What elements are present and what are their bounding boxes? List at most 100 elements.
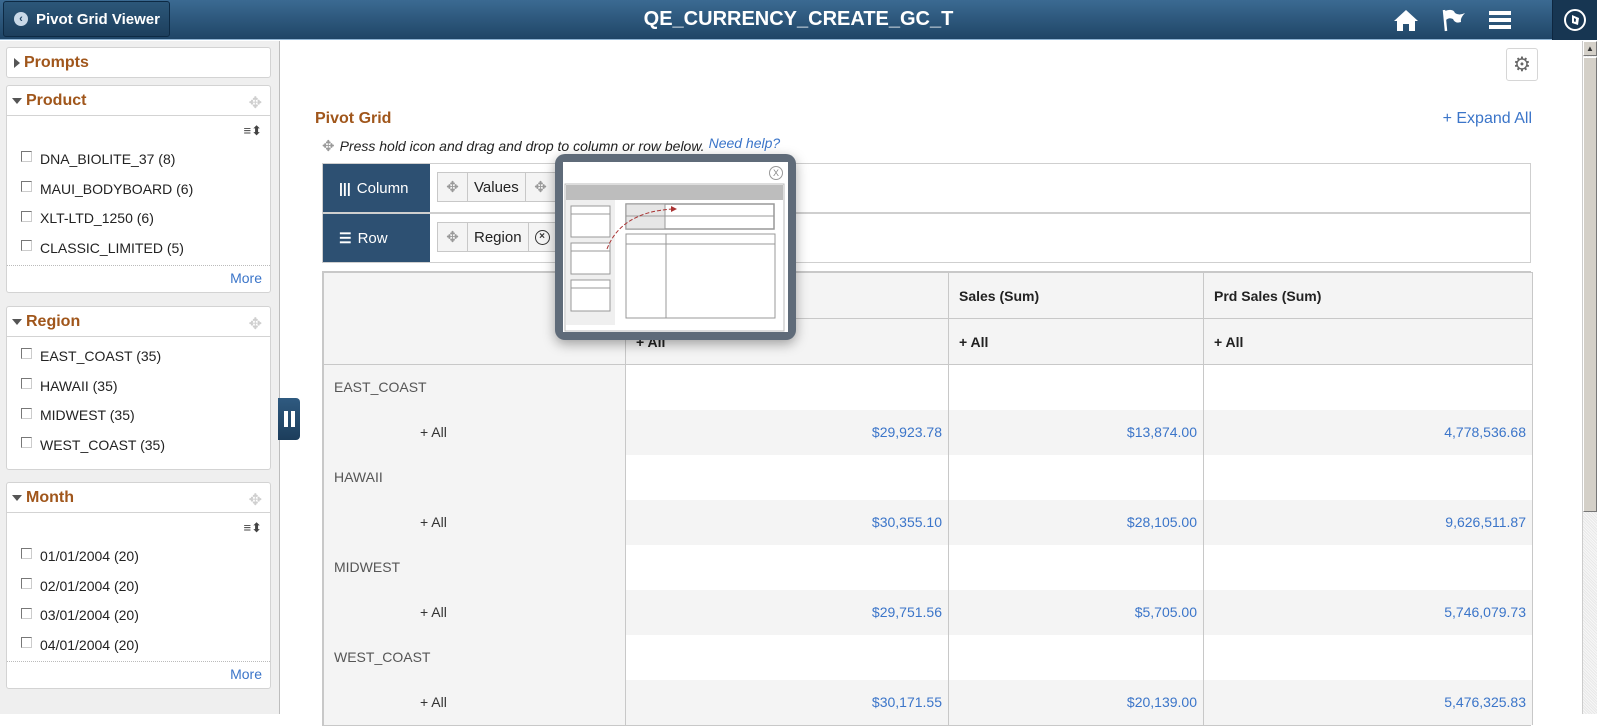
facet-item[interactable]: XLT-LTD_1250 (6) [7, 203, 270, 233]
checkbox[interactable] [21, 378, 32, 390]
scrollbar-thumb[interactable] [1583, 57, 1597, 512]
row-label-text: Row [357, 229, 388, 247]
checkbox[interactable] [21, 607, 32, 619]
column-label-text: Column [356, 179, 409, 197]
blank-cell [625, 454, 949, 500]
collapse-triangle-icon [12, 494, 22, 501]
checkbox[interactable] [21, 407, 32, 419]
blank-cell [625, 634, 949, 680]
expand-all-column[interactable]: + All [948, 318, 1204, 365]
facet-item-label: 01/01/2004 (20) [40, 547, 139, 564]
product-facet-header[interactable]: Product ✥ [7, 86, 270, 116]
remove-chip-button[interactable]: × [527, 223, 556, 251]
region-row-header: EAST_COAST [323, 364, 626, 410]
need-help-link[interactable]: Need help? [709, 135, 781, 151]
left-facet-panel: Prompts Product ✥ ≡⬍ DNA_BIOLITE_37 (8) … [0, 41, 280, 714]
drag-handle-icon[interactable]: ✥ [438, 173, 468, 201]
facet-item[interactable]: CLASSIC_LIMITED (5) [7, 233, 270, 263]
drag-handle-icon[interactable]: ✥ [438, 223, 468, 251]
checkbox[interactable] [21, 548, 32, 560]
table-row: HAWAII [323, 454, 1533, 500]
facet-item-label: WEST_COAST (35) [40, 436, 165, 453]
scroll-up-arrow-icon[interactable]: ▲ [1583, 41, 1597, 56]
value-cell[interactable]: $30,355.10 [625, 499, 949, 545]
more-link[interactable]: More [7, 264, 270, 290]
month-facet: Month ✥ ≡⬍ 01/01/2004 (20) 02/01/2004 (2… [6, 482, 271, 689]
facet-item[interactable]: HAWAII (35) [7, 371, 270, 401]
value-cell[interactable]: $29,751.56 [625, 589, 949, 635]
facet-item[interactable]: WEST_COAST (35) [7, 430, 270, 460]
drag-handle-icon[interactable]: ✥ [249, 490, 262, 510]
row-drop-zone[interactable]: ☰ Row ✥ Region × [322, 213, 1531, 263]
collapse-panel-handle[interactable] [278, 398, 300, 440]
pivot-grid-table: Sales (Sum) Prd Sales (Sum) + All + All … [322, 271, 1533, 726]
values-chip[interactable]: ✥ Values [437, 172, 526, 202]
facet-item-label: MAUI_BODYBOARD (6) [40, 180, 194, 197]
sort-icon[interactable]: ≡⬍ [244, 123, 262, 139]
facet-item-label: MIDWEST (35) [40, 407, 135, 424]
collapse-triangle-icon [12, 318, 22, 325]
facet-item[interactable]: 03/01/2004 (20) [7, 600, 270, 630]
checkbox[interactable] [21, 181, 32, 193]
value-cell[interactable]: 9,626,511.87 [1203, 499, 1533, 545]
checkbox[interactable] [21, 348, 32, 360]
month-facet-header[interactable]: Month ✥ [7, 483, 270, 513]
expand-all-row[interactable]: + All [323, 409, 626, 455]
facet-item[interactable]: 02/01/2004 (20) [7, 571, 270, 601]
navbar-compass-icon[interactable] [1552, 0, 1597, 40]
facet-item[interactable]: 01/01/2004 (20) [7, 541, 270, 571]
back-button[interactable]: ‹ Pivot Grid Viewer [3, 1, 170, 37]
checkbox[interactable] [21, 151, 32, 163]
facet-item[interactable]: DNA_BIOLITE_37 (8) [7, 144, 270, 174]
expand-all-row[interactable]: + All [323, 499, 626, 545]
flag-icon[interactable] [1440, 6, 1468, 34]
drag-handle-icon[interactable]: ✥ [526, 173, 556, 201]
facet-item[interactable]: 04/01/2004 (20) [7, 630, 270, 660]
region-row-header: HAWAII [323, 454, 626, 500]
checkbox[interactable] [21, 210, 32, 222]
blank-cell [625, 544, 949, 590]
home-icon[interactable] [1392, 6, 1420, 34]
drag-handle-icon[interactable]: ✥ [249, 314, 262, 334]
checkbox[interactable] [21, 437, 32, 449]
value-cell[interactable]: $13,874.00 [948, 409, 1204, 455]
region-facet-header[interactable]: Region ✥ [7, 307, 270, 337]
drag-handle-icon[interactable]: ✥ [249, 93, 262, 113]
more-link[interactable]: More [7, 660, 270, 686]
drag-drop-illustration [564, 183, 785, 332]
facet-item[interactable]: MIDWEST (35) [7, 400, 270, 430]
gear-icon: ⚙ [1513, 54, 1531, 76]
facet-item[interactable]: EAST_COAST (35) [7, 341, 270, 371]
facet-item-label: 03/01/2004 (20) [40, 607, 139, 624]
checkbox[interactable] [21, 637, 32, 649]
column-drop-zone[interactable]: ||| Column ✥ Values ✥ [322, 163, 1531, 213]
checkbox[interactable] [21, 578, 32, 590]
prompts-section[interactable]: Prompts [6, 47, 271, 78]
prompts-header[interactable]: Prompts [7, 48, 270, 78]
value-cell[interactable]: $30,171.55 [625, 679, 949, 725]
value-cell[interactable]: 5,746,079.73 [1203, 589, 1533, 635]
region-facet-title: Region [26, 312, 81, 330]
blank-cell [948, 544, 1204, 590]
checkbox[interactable] [21, 240, 32, 252]
sort-icon[interactable]: ≡⬍ [244, 520, 262, 536]
table-row: + All $30,171.55 $20,139.00 5,476,325.83 [323, 679, 1533, 725]
expand-all-row[interactable]: + All [323, 679, 626, 725]
value-cell[interactable]: $5,705.00 [948, 589, 1204, 635]
settings-gear-button[interactable]: ⚙ [1506, 48, 1538, 81]
menu-icon[interactable] [1486, 6, 1514, 34]
expand-all-row[interactable]: + All [323, 589, 626, 635]
region-chip[interactable]: ✥ Region × [437, 222, 557, 252]
facet-item[interactable]: MAUI_BODYBOARD (6) [7, 174, 270, 204]
blank-cell [948, 454, 1204, 500]
facet-item-label: 04/01/2004 (20) [40, 636, 139, 653]
value-cell[interactable]: $20,139.00 [948, 679, 1204, 725]
value-cell[interactable]: $29,923.78 [625, 409, 949, 455]
value-cell[interactable]: $28,105.00 [948, 499, 1204, 545]
value-cell[interactable]: 4,778,536.68 [1203, 409, 1533, 455]
vertical-scrollbar[interactable]: ▲ [1582, 41, 1597, 714]
value-cell[interactable]: 5,476,325.83 [1203, 679, 1533, 725]
expand-all-column[interactable]: + All [1203, 318, 1533, 365]
expand-all-link[interactable]: + Expand All [1443, 110, 1532, 128]
chip-label: Values [474, 178, 519, 196]
